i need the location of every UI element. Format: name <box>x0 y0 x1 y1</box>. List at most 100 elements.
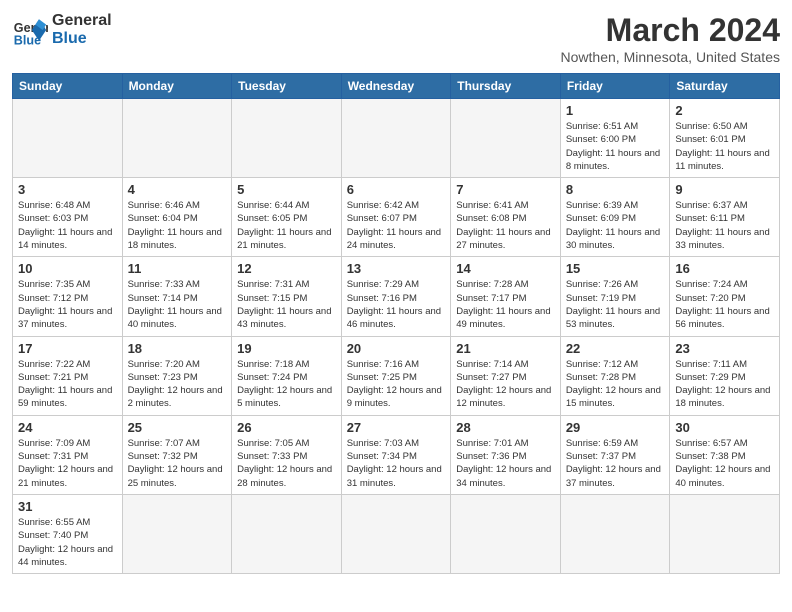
calendar-cell <box>560 494 670 573</box>
day-number: 21 <box>456 341 555 356</box>
calendar-cell <box>232 99 342 178</box>
weekday-header-wednesday: Wednesday <box>341 74 451 99</box>
logo-blue-text: Blue <box>52 30 112 48</box>
calendar-cell: 24Sunrise: 7:09 AM Sunset: 7:31 PM Dayli… <box>13 415 123 494</box>
calendar-cell: 25Sunrise: 7:07 AM Sunset: 7:32 PM Dayli… <box>122 415 232 494</box>
day-info: Sunrise: 7:12 AM Sunset: 7:28 PM Dayligh… <box>566 358 665 411</box>
day-info: Sunrise: 7:05 AM Sunset: 7:33 PM Dayligh… <box>237 437 336 490</box>
day-number: 31 <box>18 499 117 514</box>
day-number: 4 <box>128 182 227 197</box>
calendar-cell: 20Sunrise: 7:16 AM Sunset: 7:25 PM Dayli… <box>341 336 451 415</box>
calendar-cell: 22 Sunrise: 7:12 AM Sunset: 7:28 PM Dayli… <box>560 336 670 415</box>
day-info: Sunrise: 6:42 AM Sunset: 6:07 PM Dayligh… <box>347 199 446 252</box>
day-info: Sunrise: 7:18 AM Sunset: 7:24 PM Dayligh… <box>237 358 336 411</box>
calendar-cell: 14 Sunrise: 7:28 AM Sunset: 7:17 PM Dayli… <box>451 257 561 336</box>
weekday-header-row: SundayMondayTuesdayWednesdayThursdayFrid… <box>13 74 780 99</box>
calendar-cell: 3Sunrise: 6:48 AM Sunset: 6:03 PM Daylig… <box>13 178 123 257</box>
day-number: 18 <box>128 341 227 356</box>
calendar-cell: 26 Sunrise: 7:05 AM Sunset: 7:33 PM Dayli… <box>232 415 342 494</box>
calendar-cell: 4 Sunrise: 6:46 AM Sunset: 6:04 PM Daylig… <box>122 178 232 257</box>
day-info: Sunrise: 7:22 AM Sunset: 7:21 PM Dayligh… <box>18 358 117 411</box>
calendar-cell: 18 Sunrise: 7:20 AM Sunset: 7:23 PM Dayli… <box>122 336 232 415</box>
calendar-cell: 30 Sunrise: 6:57 AM Sunset: 7:38 PM Dayli… <box>670 415 780 494</box>
calendar-cell: 1 Sunrise: 6:51 AM Sunset: 6:00 PM Daylig… <box>560 99 670 178</box>
day-number: 20 <box>347 341 446 356</box>
calendar-week-row: 24Sunrise: 7:09 AM Sunset: 7:31 PM Dayli… <box>13 415 780 494</box>
day-number: 13 <box>347 261 446 276</box>
day-info: Sunrise: 7:20 AM Sunset: 7:23 PM Dayligh… <box>128 358 227 411</box>
day-info: Sunrise: 6:41 AM Sunset: 6:08 PM Dayligh… <box>456 199 555 252</box>
calendar-cell: 6Sunrise: 6:42 AM Sunset: 6:07 PM Daylig… <box>341 178 451 257</box>
calendar-cell: 11 Sunrise: 7:33 AM Sunset: 7:14 PM Dayli… <box>122 257 232 336</box>
day-number: 28 <box>456 420 555 435</box>
day-info: Sunrise: 6:51 AM Sunset: 6:00 PM Dayligh… <box>566 120 665 173</box>
day-info: Sunrise: 7:29 AM Sunset: 7:16 PM Dayligh… <box>347 278 446 331</box>
calendar-cell: 12Sunrise: 7:31 AM Sunset: 7:15 PM Dayli… <box>232 257 342 336</box>
calendar-week-row: 17Sunrise: 7:22 AM Sunset: 7:21 PM Dayli… <box>13 336 780 415</box>
day-info: Sunrise: 6:37 AM Sunset: 6:11 PM Dayligh… <box>675 199 774 252</box>
calendar-week-row: 1 Sunrise: 6:51 AM Sunset: 6:00 PM Daylig… <box>13 99 780 178</box>
logo-icon: General Blue <box>12 12 48 48</box>
calendar-cell: 21 Sunrise: 7:14 AM Sunset: 7:27 PM Dayli… <box>451 336 561 415</box>
calendar-cell: 13 Sunrise: 7:29 AM Sunset: 7:16 PM Dayli… <box>341 257 451 336</box>
calendar-week-row: 3Sunrise: 6:48 AM Sunset: 6:03 PM Daylig… <box>13 178 780 257</box>
calendar-cell: 8 Sunrise: 6:39 AM Sunset: 6:09 PM Daylig… <box>560 178 670 257</box>
day-number: 14 <box>456 261 555 276</box>
day-info: Sunrise: 7:14 AM Sunset: 7:27 PM Dayligh… <box>456 358 555 411</box>
calendar-week-row: 31 Sunrise: 6:55 AM Sunset: 7:40 PM Dayli… <box>13 494 780 573</box>
logo-general-text: General <box>52 12 112 30</box>
day-number: 22 <box>566 341 665 356</box>
day-info: Sunrise: 6:57 AM Sunset: 7:38 PM Dayligh… <box>675 437 774 490</box>
day-number: 9 <box>675 182 774 197</box>
day-info: Sunrise: 6:50 AM Sunset: 6:01 PM Dayligh… <box>675 120 774 173</box>
weekday-header-saturday: Saturday <box>670 74 780 99</box>
calendar-cell: 16Sunrise: 7:24 AM Sunset: 7:20 PM Dayli… <box>670 257 780 336</box>
calendar-cell <box>13 99 123 178</box>
calendar-table: SundayMondayTuesdayWednesdayThursdayFrid… <box>12 73 780 574</box>
day-info: Sunrise: 7:26 AM Sunset: 7:19 PM Dayligh… <box>566 278 665 331</box>
calendar-cell: 15 Sunrise: 7:26 AM Sunset: 7:19 PM Dayli… <box>560 257 670 336</box>
day-info: Sunrise: 6:55 AM Sunset: 7:40 PM Dayligh… <box>18 516 117 569</box>
calendar-cell <box>451 494 561 573</box>
day-number: 1 <box>566 103 665 118</box>
day-info: Sunrise: 6:39 AM Sunset: 6:09 PM Dayligh… <box>566 199 665 252</box>
day-number: 16 <box>675 261 774 276</box>
day-info: Sunrise: 7:33 AM Sunset: 7:14 PM Dayligh… <box>128 278 227 331</box>
day-info: Sunrise: 6:46 AM Sunset: 6:04 PM Dayligh… <box>128 199 227 252</box>
calendar-cell <box>670 494 780 573</box>
calendar-title: March 2024 <box>561 12 780 49</box>
calendar-cell: 29Sunrise: 6:59 AM Sunset: 7:37 PM Dayli… <box>560 415 670 494</box>
calendar-cell <box>341 494 451 573</box>
day-number: 24 <box>18 420 117 435</box>
day-info: Sunrise: 7:03 AM Sunset: 7:34 PM Dayligh… <box>347 437 446 490</box>
weekday-header-tuesday: Tuesday <box>232 74 342 99</box>
day-number: 11 <box>128 261 227 276</box>
day-info: Sunrise: 7:35 AM Sunset: 7:12 PM Dayligh… <box>18 278 117 331</box>
calendar-cell: 5Sunrise: 6:44 AM Sunset: 6:05 PM Daylig… <box>232 178 342 257</box>
calendar-cell <box>122 494 232 573</box>
day-number: 12 <box>237 261 336 276</box>
day-number: 30 <box>675 420 774 435</box>
calendar-cell: 31 Sunrise: 6:55 AM Sunset: 7:40 PM Dayli… <box>13 494 123 573</box>
day-info: Sunrise: 7:28 AM Sunset: 7:17 PM Dayligh… <box>456 278 555 331</box>
title-area: March 2024 Nowthen, Minnesota, United St… <box>561 12 780 65</box>
calendar-week-row: 10 Sunrise: 7:35 AM Sunset: 7:12 PM Dayli… <box>13 257 780 336</box>
calendar-cell <box>451 99 561 178</box>
day-number: 26 <box>237 420 336 435</box>
day-number: 2 <box>675 103 774 118</box>
day-info: Sunrise: 6:59 AM Sunset: 7:37 PM Dayligh… <box>566 437 665 490</box>
calendar-cell <box>122 99 232 178</box>
day-number: 15 <box>566 261 665 276</box>
day-number: 19 <box>237 341 336 356</box>
calendar-cell: 27Sunrise: 7:03 AM Sunset: 7:34 PM Dayli… <box>341 415 451 494</box>
calendar-cell <box>232 494 342 573</box>
logo: General Blue General Blue <box>12 12 112 48</box>
day-info: Sunrise: 6:44 AM Sunset: 6:05 PM Dayligh… <box>237 199 336 252</box>
calendar-cell: 9 Sunrise: 6:37 AM Sunset: 6:11 PM Daylig… <box>670 178 780 257</box>
day-info: Sunrise: 6:48 AM Sunset: 6:03 PM Dayligh… <box>18 199 117 252</box>
day-number: 8 <box>566 182 665 197</box>
day-info: Sunrise: 7:01 AM Sunset: 7:36 PM Dayligh… <box>456 437 555 490</box>
calendar-cell: 23Sunrise: 7:11 AM Sunset: 7:29 PM Dayli… <box>670 336 780 415</box>
weekday-header-monday: Monday <box>122 74 232 99</box>
day-number: 10 <box>18 261 117 276</box>
